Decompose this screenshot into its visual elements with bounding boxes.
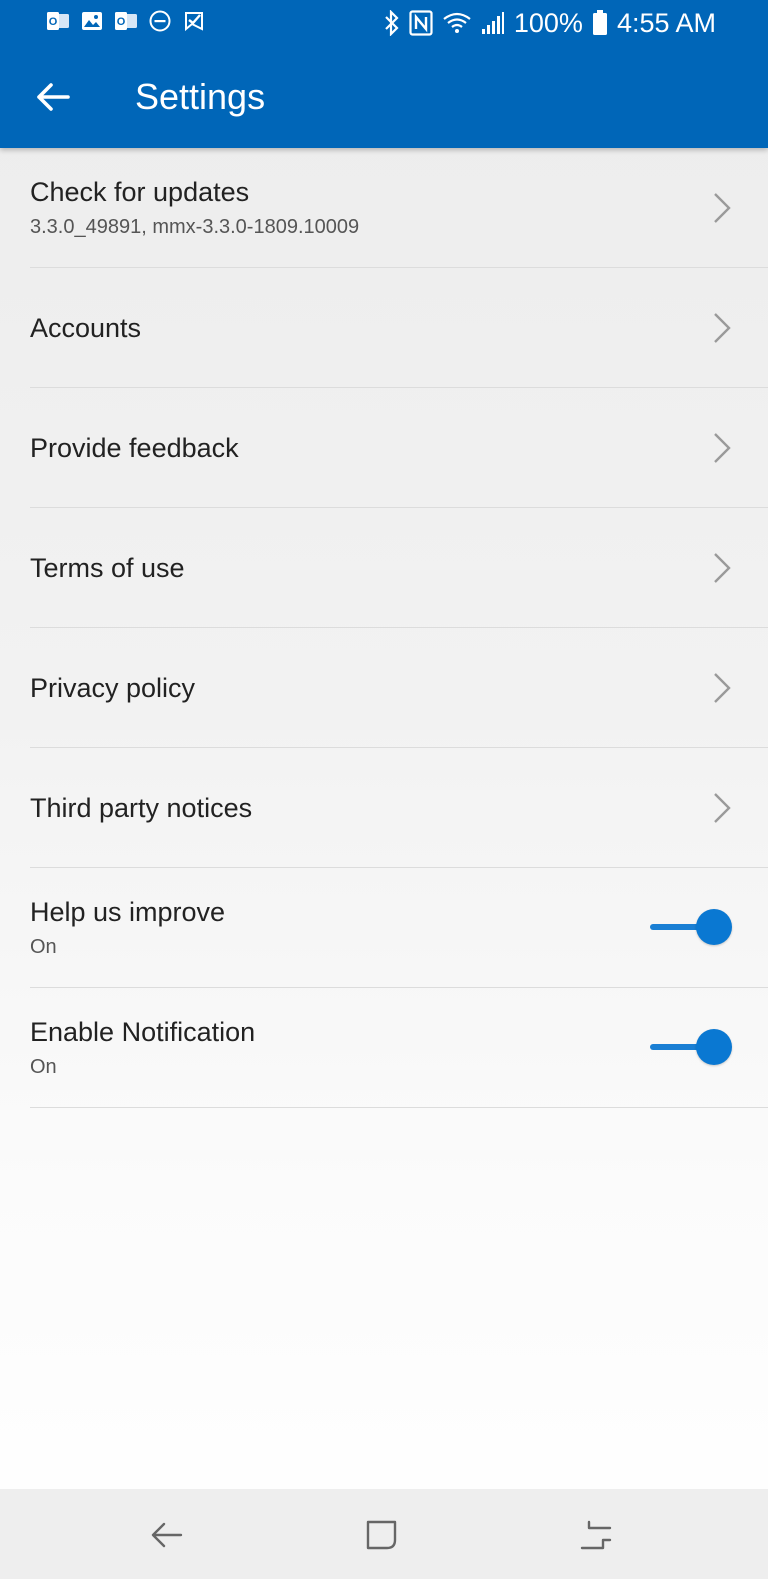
help-us-improve-toggle[interactable] [648,908,734,948]
setting-terms-of-use[interactable]: Terms of use [30,508,768,628]
chevron-right-icon [714,673,731,703]
setting-third-party-notices[interactable]: Third party notices [30,748,768,868]
setting-status: On [30,936,57,958]
setting-title: Check for updates [30,177,250,207]
enable-notification-toggle[interactable] [648,1028,734,1068]
page-title: Settings [135,76,266,117]
nav-back-button[interactable] [147,1517,187,1553]
nav-recents-button[interactable] [576,1517,616,1553]
app-bar: Settings [0,46,768,148]
setting-title: Provide feedback [30,433,239,463]
top-bar: O O 100% 4:55 AM Settings [0,0,768,148]
home-nav-icon [366,1520,397,1550]
setting-status: On [30,1056,57,1078]
back-nav-icon [151,1522,183,1548]
setting-title: Privacy policy [30,673,196,703]
svg-text:O: O [49,16,58,28]
recents-nav-icon [580,1520,612,1550]
checkmark-flag-icon [185,12,203,32]
setting-check-for-updates[interactable]: Check for updates 3.3.0_49891, mmx-3.3.0… [30,148,768,268]
setting-subtitle: 3.3.0_49891, mmx-3.3.0-1809.10009 [30,216,360,238]
setting-title: Third party notices [30,793,253,823]
nfc-icon [409,10,433,36]
setting-privacy-policy[interactable]: Privacy policy [30,628,768,748]
battery-percent: 100% [513,8,583,38]
system-nav-bar [0,1489,768,1579]
do-not-disturb-icon [149,10,171,32]
setting-accounts[interactable]: Accounts [30,268,768,388]
setting-help-us-improve[interactable]: Help us improve On [30,868,768,988]
setting-enable-notification[interactable]: Enable Notification On [30,988,768,1108]
battery-icon [592,10,607,35]
signal-icon [481,12,504,34]
wifi-icon [443,12,471,33]
system-status: 100% 4:55 AM [384,6,716,40]
toggle-knob [696,909,732,945]
setting-title: Terms of use [30,553,185,583]
clock: 4:55 AM [616,8,716,38]
chevron-right-icon [714,193,731,223]
svg-text:O: O [117,16,126,28]
arrow-left-icon [37,83,70,111]
bluetooth-icon [385,10,399,36]
chevron-right-icon [714,793,731,823]
setting-provide-feedback[interactable]: Provide feedback [30,388,768,508]
status-bar: O O 100% 4:55 AM [0,0,768,46]
settings-list: Check for updates 3.3.0_49891, mmx-3.3.0… [0,148,768,1108]
toggle-knob [696,1029,732,1065]
back-button[interactable] [22,66,84,128]
chevron-right-icon [714,553,731,583]
notification-icons: O O [46,9,206,33]
setting-title: Enable Notification [30,1017,256,1047]
chevron-right-icon [714,313,731,343]
outlook-icon: O [47,12,69,30]
outlook-icon: O [115,12,137,30]
chevron-right-icon [714,433,731,463]
gallery-icon [82,12,102,30]
nav-home-button[interactable] [362,1517,402,1553]
setting-title: Help us improve [30,897,226,927]
setting-title: Accounts [30,313,142,343]
